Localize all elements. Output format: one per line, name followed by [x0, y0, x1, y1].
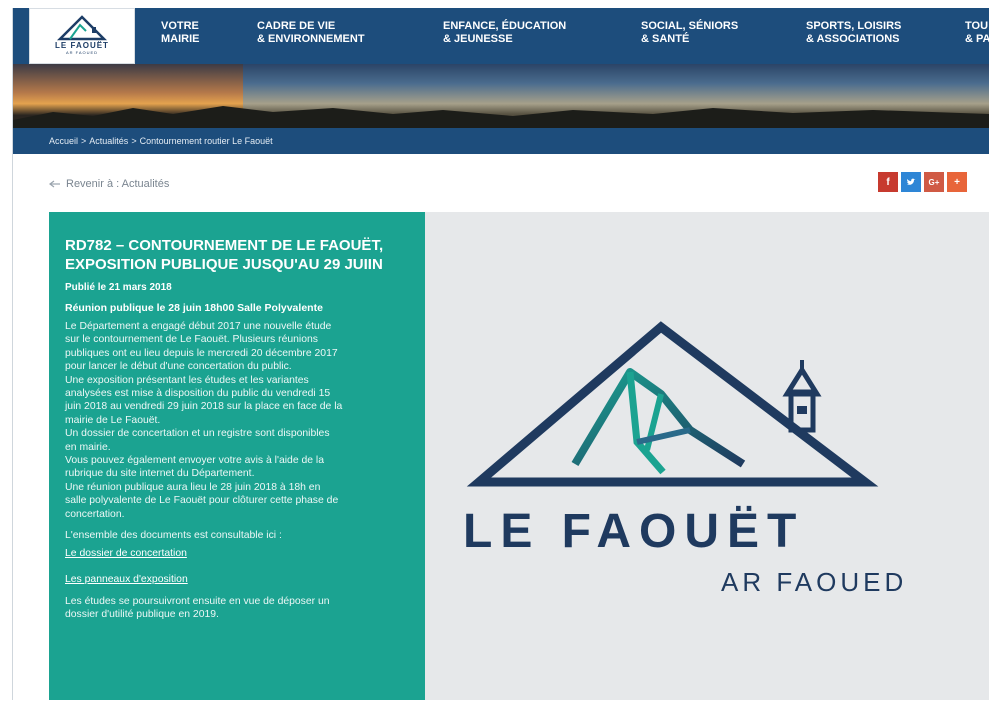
facebook-share-button[interactable]: f — [878, 172, 898, 192]
nav-label-line1: VOTRE — [161, 20, 199, 32]
nav-label-line1: SOCIAL, SÉNIORS — [641, 20, 739, 32]
article-illustration: LE FAOUËT AR FAOUED — [425, 212, 989, 700]
roof-logo-graphic — [466, 321, 879, 487]
body-line: sur le contournement de Le Faouët. Plusi… — [65, 334, 318, 346]
body-line: Vous pouvez également envoyer votre avis… — [65, 455, 325, 467]
breadcrumb-current: Contournement routier Le Faouët — [139, 136, 273, 146]
back-link[interactable]: Revenir à : Actualités — [49, 178, 169, 190]
breadcrumb-separator: > — [131, 136, 137, 146]
nav-label-line2: MAIRIE — [161, 33, 200, 45]
back-arrow-icon — [49, 180, 60, 188]
body-line: Le Département a engagé début 2017 une n… — [65, 321, 332, 332]
body-line: analysées est mise à disposition du publ… — [65, 388, 331, 400]
nav-label-line2: & PA — [965, 33, 989, 45]
facebook-icon: f — [886, 176, 890, 188]
docs-intro: L'ensemble des documents est consultable… — [65, 530, 282, 542]
illustration-title: LE FAOUËT — [463, 505, 805, 558]
nav-label-line1: TOU — [965, 20, 989, 32]
header-banner-image — [13, 64, 989, 128]
more-share-button[interactable]: + — [947, 172, 967, 192]
twitter-share-button[interactable] — [901, 172, 921, 192]
nav-label-line1: SPORTS, LOISIRS — [806, 20, 902, 32]
site-logo[interactable]: LE FAOUËT AR FAOUED — [29, 8, 135, 64]
body-line: Une exposition présentant les études et … — [65, 374, 309, 386]
article-card: RD782 – CONTOURNEMENT DE LE FAOUËT, EXPO… — [49, 212, 425, 700]
article-title: RD782 – CONTOURNEMENT DE LE FAOUËT, EXPO… — [65, 236, 411, 274]
article-title-line2: EXPOSITION PUBLIQUE JUSQU'AU 29 JUIIN — [65, 256, 383, 273]
nav-item-cadre-de-vie[interactable]: CADRE DE VIE & ENVIRONNEMENT — [257, 20, 365, 46]
body-line: rubrique du site internet du Département… — [65, 468, 255, 480]
body-line: mairie de Le Faouët. — [65, 414, 161, 426]
body-line: salle polyvalente de Le Faouët pour clôt… — [65, 495, 339, 507]
body-line: pour lancer le début d'une concertation … — [65, 361, 292, 373]
nav-item-mairie[interactable]: VOTRE MAIRIE — [161, 20, 200, 46]
body-line: Une réunion publique aura lieu le 28 jui… — [65, 481, 321, 493]
nav-label-line2: & ASSOCIATIONS — [806, 33, 900, 45]
article-title-line1: RD782 – CONTOURNEMENT DE LE FAOUËT, — [65, 237, 384, 254]
share-buttons: f G+ + — [878, 172, 967, 192]
googleplus-icon: G+ — [928, 177, 940, 187]
body-line: concertation. — [65, 508, 125, 520]
nav-label-line2: & ENVIRONNEMENT — [257, 33, 365, 45]
nav-item-sports[interactable]: SPORTS, LOISIRS & ASSOCIATIONS — [806, 20, 901, 46]
body-line: publiques ont eu lieu depuis le mercredi… — [65, 347, 338, 359]
article-body: Le Département a engagé début 2017 une n… — [65, 320, 411, 521]
body-line: juin 2018 au vendredi 29 juin 2018 sur l… — [65, 401, 343, 413]
meeting-info: Réunion publique le 28 juin 18h00 Salle … — [65, 302, 323, 314]
logo-title: LE FAOUËT — [55, 41, 109, 50]
googleplus-share-button[interactable]: G+ — [924, 172, 944, 192]
nav-label-line1: ENFANCE, ÉDUCATION — [443, 20, 567, 32]
nav-label-line1: CADRE DE VIE — [257, 20, 336, 32]
breadcrumb: Accueil > Actualités > Contournement routier… — [13, 128, 989, 154]
nav-item-social[interactable]: SOCIAL, SÉNIORS & SANTÉ — [641, 20, 738, 46]
nav-label-line2: & SANTÉ — [641, 33, 690, 45]
nav-item-tourisme[interactable]: TOU & PA — [965, 20, 989, 46]
banner-landscape — [13, 106, 989, 128]
body-line: Un dossier de concertation et un registr… — [65, 428, 330, 440]
body-line: en mairie. — [65, 441, 111, 453]
plus-icon: + — [954, 176, 960, 188]
dossier-concertation-link[interactable]: Le dossier de concertation — [65, 547, 187, 560]
published-date: Publié le 21 mars 2018 — [65, 282, 172, 293]
breadcrumb-actualites[interactable]: Actualités — [89, 136, 128, 146]
breadcrumb-separator: > — [81, 136, 87, 146]
nav-item-enfance[interactable]: ENFANCE, ÉDUCATION & JEUNESSE — [443, 20, 566, 46]
panneaux-exposition-link[interactable]: Les panneaux d'exposition — [65, 573, 188, 586]
closing-line: Les études se poursuivront ensuite en vu… — [65, 595, 330, 607]
closing-line: dossier d'utilité publique en 2019. — [65, 608, 219, 620]
browser-page: LE FAOUËT AR FAOUED VOTRE MAIRIE CADRE D… — [12, 8, 989, 700]
nav-label-line2: & JEUNESSE — [443, 33, 513, 45]
back-link-label: Revenir à : Actualités — [66, 178, 170, 190]
logo-subtitle: AR FAOUED — [65, 50, 99, 55]
site-header: LE FAOUËT AR FAOUED VOTRE MAIRIE CADRE D… — [13, 8, 989, 64]
twitter-icon — [906, 178, 916, 185]
logo-roof-icon — [56, 15, 108, 41]
illustration-subtitle: AR FAOUED — [721, 567, 908, 597]
breadcrumb-home[interactable]: Accueil — [49, 136, 78, 146]
